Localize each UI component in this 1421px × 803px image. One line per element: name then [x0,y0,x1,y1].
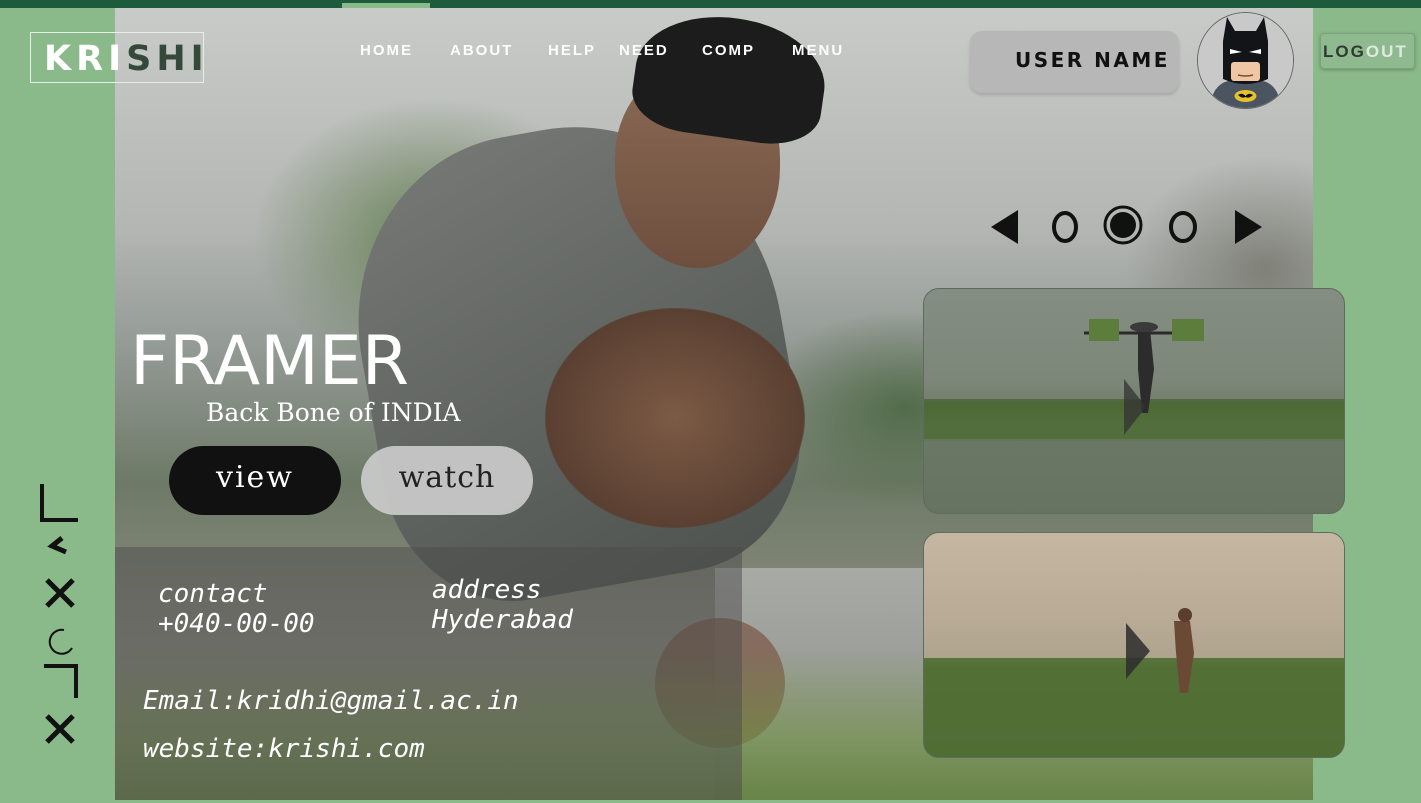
hero-title: FRAMER [130,322,410,401]
contact-label: contact [158,579,268,609]
logo-dim: SHI [126,39,209,79]
left-icon-column [40,484,78,744]
chevron-left-icon[interactable] [47,536,67,555]
carousel-next-icon[interactable] [1235,210,1262,244]
top-accent-bar [0,0,1421,8]
nav-need[interactable]: NEED [619,42,669,62]
nav-home[interactable]: HOME [360,42,413,62]
address-label: address [432,575,542,605]
nav-help[interactable]: HELP [548,42,596,62]
corner-bracket-icon[interactable] [40,484,78,522]
close-icon-2[interactable] [45,714,75,744]
contact-phone[interactable]: +040-00-00 [158,609,315,639]
contact-website[interactable]: website:krishi.com [143,734,425,764]
close-icon[interactable] [45,578,75,608]
carousel-dot-3[interactable] [1169,211,1197,243]
video-card-1-scene [924,289,1344,513]
hero-subtitle: Back Bone of INDIA [206,398,461,427]
logo[interactable]: KRISHI [44,37,209,81]
rice-bundle [545,308,805,528]
video-card-1[interactable] [923,288,1345,514]
refresh-icon[interactable] [48,628,73,655]
carousel-prev-icon[interactable] [991,210,1018,244]
video-card-2[interactable] [923,532,1345,758]
corner-bracket-reverse-icon[interactable] [44,664,78,698]
logout-label-log: LOG [1323,42,1366,61]
nav-menu[interactable]: MENU [792,42,844,62]
logout-label[interactable]: LOGOUT [1323,42,1408,62]
batman-avatar-icon[interactable] [1197,12,1294,109]
avatar-graphic [1198,13,1293,108]
carousel-controls [991,205,1262,245]
address-city: Hyderabad [432,605,573,635]
carousel-dot-1[interactable] [1052,211,1078,243]
view-button-label[interactable]: view [169,460,341,495]
logout-label-out: OUT [1365,42,1408,61]
contact-email[interactable]: Email:kridhi@gmail.ac.in [143,686,519,716]
logo-main: KRI [44,39,127,79]
watch-button-label[interactable]: watch [361,460,533,495]
carousel-dot-2-active[interactable] [1103,205,1143,245]
nav-comp[interactable]: COMP [702,42,755,62]
video-card-2-scene [924,533,1344,757]
nav-about[interactable]: ABOUT [450,42,513,62]
username-label: USER NAME [1015,48,1170,72]
